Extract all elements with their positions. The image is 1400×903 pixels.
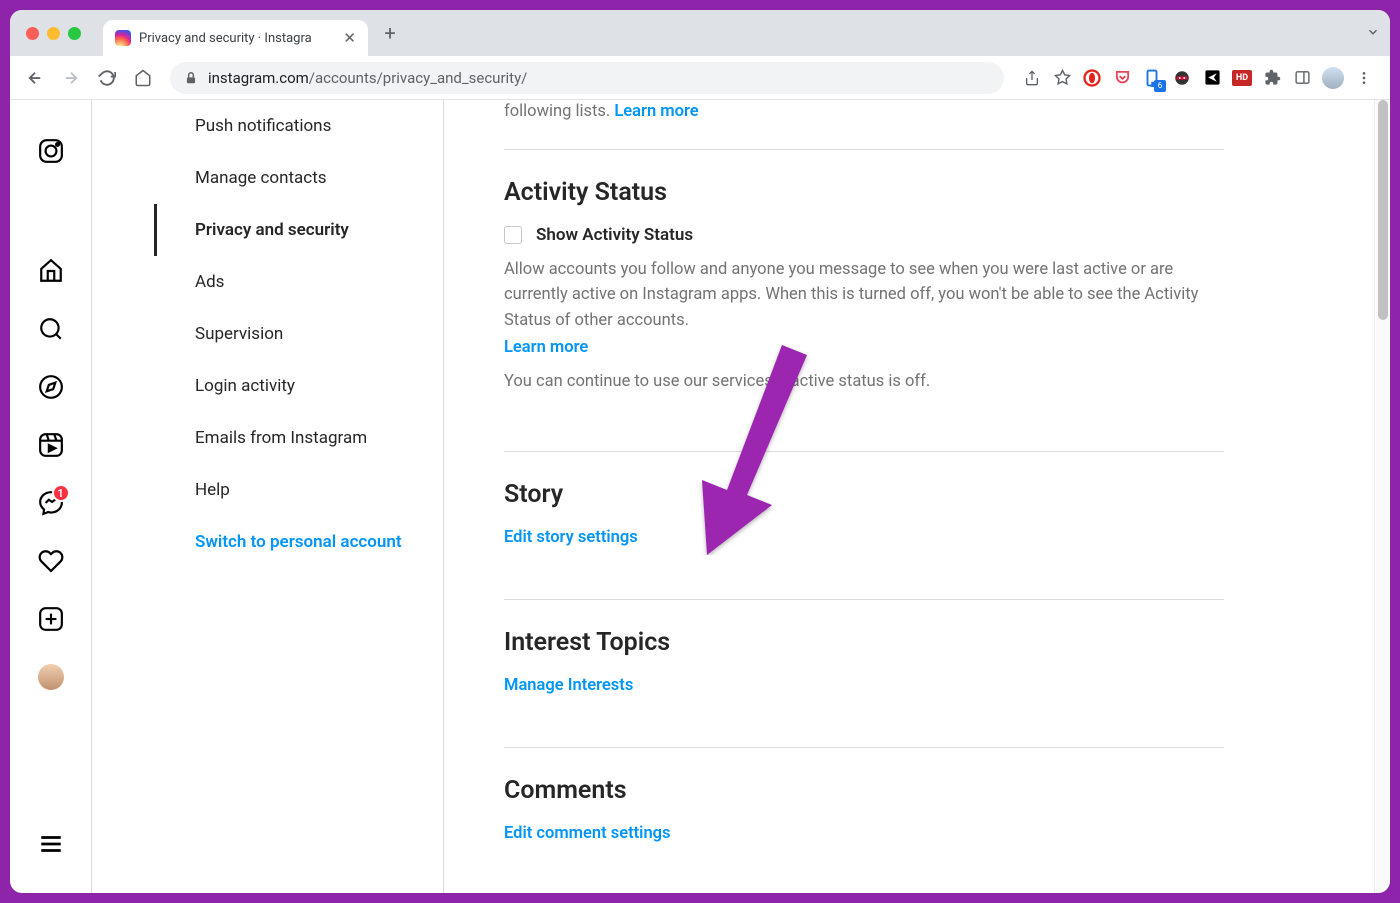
extension-ninja-icon[interactable]: [1172, 68, 1192, 88]
extension-opera-icon[interactable]: [1082, 68, 1102, 88]
instagram-favicon-icon: [115, 30, 131, 46]
reload-button[interactable]: [92, 63, 122, 93]
scrollbar-thumb[interactable]: [1378, 100, 1388, 320]
partial-text: following lists. Learn more: [504, 100, 1224, 125]
notifications-heart-icon[interactable]: [38, 548, 64, 574]
nav-ads[interactable]: Ads: [154, 256, 443, 308]
new-tab-button[interactable]: +: [376, 21, 404, 45]
extensions-puzzle-icon[interactable]: [1262, 68, 1282, 88]
home-icon[interactable]: [38, 258, 64, 284]
nav-emails-instagram[interactable]: Emails from Instagram: [154, 412, 443, 464]
maximize-window-button[interactable]: [68, 27, 81, 40]
tabs-dropdown-icon[interactable]: [1366, 24, 1380, 43]
browser-tab-strip: Privacy and security · Instagra ✕ +: [10, 10, 1390, 56]
edit-comment-settings-link[interactable]: Edit comment settings: [504, 824, 671, 843]
story-section: Story Edit story settings: [504, 451, 1224, 575]
activity-learn-more-link[interactable]: Learn more: [504, 338, 588, 357]
browser-tab[interactable]: Privacy and security · Instagra ✕: [103, 20, 368, 56]
side-panel-icon[interactable]: [1292, 68, 1312, 88]
switch-account-link[interactable]: Switch to personal account: [154, 516, 443, 568]
instagram-logo-icon[interactable]: [38, 138, 64, 164]
comments-section: Comments Edit comment settings: [504, 747, 1224, 871]
chrome-menu-icon[interactable]: [1354, 68, 1374, 88]
home-button[interactable]: [128, 63, 158, 93]
instagram-left-rail: 1: [10, 100, 92, 893]
show-activity-checkbox[interactable]: [504, 226, 522, 244]
activity-status-section: Activity Status Show Activity Status All…: [504, 149, 1224, 427]
story-heading: Story: [504, 480, 1224, 509]
nav-manage-contacts[interactable]: Manage contacts: [154, 152, 443, 204]
lock-icon: [184, 71, 198, 85]
nav-privacy-security[interactable]: Privacy and security: [154, 204, 443, 256]
explore-icon[interactable]: [38, 374, 64, 400]
activity-status-heading: Activity Status: [504, 178, 1224, 207]
close-window-button[interactable]: [26, 27, 39, 40]
profile-avatar-icon[interactable]: [1322, 67, 1344, 89]
nav-login-activity[interactable]: Login activity: [154, 360, 443, 412]
activity-note: You can continue to use our services if …: [504, 369, 1224, 395]
interest-topics-section: Interest Topics Manage Interests: [504, 599, 1224, 723]
forward-button[interactable]: [56, 63, 86, 93]
extension-pocket-icon[interactable]: [1112, 68, 1132, 88]
hamburger-menu-icon[interactable]: [38, 831, 64, 857]
settings-main: following lists. Learn more Activity Sta…: [444, 100, 1284, 893]
user-avatar-icon[interactable]: [38, 664, 64, 690]
bookmark-star-icon[interactable]: [1052, 68, 1072, 88]
extension-hd-icon[interactable]: HD: [1232, 70, 1252, 86]
nav-help[interactable]: Help: [154, 464, 443, 516]
browser-toolbar: instagram.com/accounts/privacy_and_secur…: [10, 56, 1390, 100]
back-button[interactable]: [20, 63, 50, 93]
minimize-window-button[interactable]: [47, 27, 60, 40]
address-bar[interactable]: instagram.com/accounts/privacy_and_secur…: [170, 62, 1004, 94]
page-content: 1 Push notifications Manage contacts Pri…: [10, 100, 1390, 893]
search-icon[interactable]: [38, 316, 64, 342]
interests-heading: Interest Topics: [504, 628, 1224, 657]
extension-send-icon[interactable]: [1202, 68, 1222, 88]
nav-supervision[interactable]: Supervision: [154, 308, 443, 360]
comments-heading: Comments: [504, 776, 1224, 805]
nav-push-notifications[interactable]: Push notifications: [154, 100, 443, 152]
activity-description: Allow accounts you follow and anyone you…: [504, 257, 1224, 334]
show-activity-label: Show Activity Status: [536, 225, 693, 245]
manage-interests-link[interactable]: Manage Interests: [504, 676, 633, 695]
url-text: instagram.com/accounts/privacy_and_secur…: [208, 69, 527, 87]
close-tab-icon[interactable]: ✕: [343, 29, 356, 47]
scrollbar[interactable]: [1374, 100, 1390, 893]
share-icon[interactable]: [1022, 68, 1042, 88]
settings-nav: Push notifications Manage contacts Priva…: [154, 100, 444, 893]
create-post-icon[interactable]: [38, 606, 64, 632]
reels-icon[interactable]: [38, 432, 64, 458]
edit-story-settings-link[interactable]: Edit story settings: [504, 528, 638, 547]
extension-phone-icon[interactable]: 6: [1142, 68, 1162, 88]
messenger-icon[interactable]: 1: [38, 490, 64, 516]
window-controls: [26, 27, 81, 40]
tab-title: Privacy and security · Instagra: [139, 31, 335, 46]
toolbar-actions: 6 HD: [1016, 67, 1380, 89]
learn-more-link[interactable]: Learn more: [614, 102, 698, 121]
